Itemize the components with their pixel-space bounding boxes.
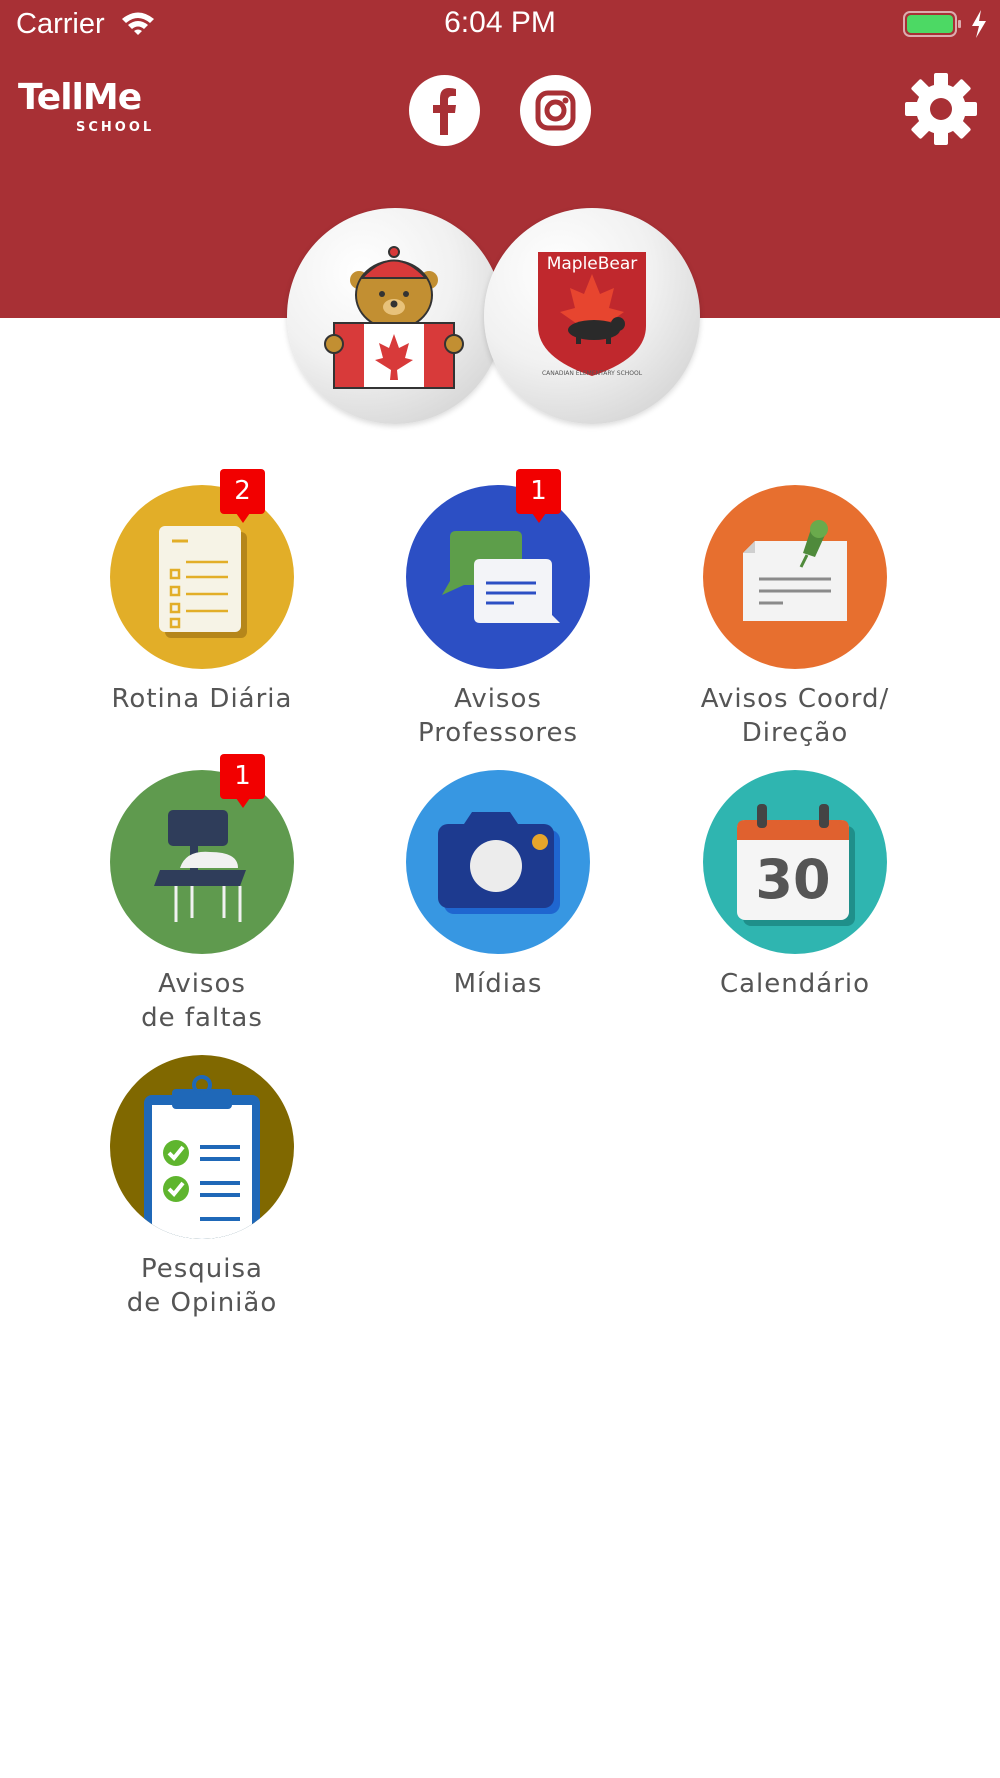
menu-item-midias[interactable]: Mídias	[350, 770, 646, 1040]
pesquisa-opiniao-tile	[110, 1055, 294, 1239]
menu-item-label: Calendário	[719, 969, 871, 999]
instagram-icon	[535, 90, 576, 131]
charging-bolt-icon	[972, 10, 986, 38]
bear-mascot-icon	[324, 246, 464, 389]
status-bar: Carrier 6:04 PM	[0, 0, 1000, 50]
menu-item-label: Mídias	[453, 969, 543, 999]
bear-mascot-logo[interactable]	[287, 208, 503, 424]
battery-icon	[903, 11, 961, 37]
checklist-document-icon	[159, 526, 247, 638]
menu-item-label: Pesquisa de Opinião	[126, 1254, 278, 1318]
calendario-tile: 30	[703, 770, 887, 954]
menu-item-label: Avisos de faltas	[141, 969, 263, 1033]
facebook-button[interactable]	[409, 75, 480, 146]
menu-item-avisos-de-faltas[interactable]: 1 Avisos de faltas	[54, 754, 350, 1040]
maplebear-subtitle: CANADIAN ELEMENTARY SCHOOL	[541, 370, 643, 377]
menu-item-label: Avisos Professores	[417, 684, 579, 748]
settings-gear-button[interactable]	[903, 71, 979, 147]
logo-wordmark: TellMe	[18, 77, 142, 118]
school-desk-icon	[154, 810, 246, 922]
midias-tile	[406, 770, 590, 954]
app-logo: TellMe SCHOOL	[18, 77, 151, 140]
menu-item-label: Avisos Coord/ Direção	[700, 684, 890, 748]
menu-item-avisos-coord-direcao[interactable]: Avisos Coord/ Direção	[647, 485, 943, 755]
menu-item-calendario[interactable]: 30 Calendário	[647, 770, 943, 1040]
menu-item-pesquisa-de-opiniao[interactable]: Pesquisa de Opinião	[54, 1055, 350, 1325]
facebook-icon	[433, 88, 456, 135]
status-time: 6:04 PM	[444, 6, 556, 39]
maplebear-title: MapleBear	[546, 254, 638, 274]
avisos-coord-tile	[703, 485, 887, 669]
notification-badge: 1	[516, 469, 561, 523]
rotina-diaria-tile	[110, 485, 294, 669]
instagram-button[interactable]	[520, 75, 591, 146]
menu-item-label: Rotina Diária	[111, 684, 293, 714]
maplebear-shield-icon	[538, 252, 646, 376]
survey-clipboard-icon	[144, 1075, 260, 1239]
chat-bubbles-icon	[442, 531, 560, 623]
notification-badge: 1	[220, 754, 265, 808]
logo-subtext: SCHOOL	[76, 120, 155, 135]
pinned-note-icon	[743, 520, 847, 621]
menu-item-rotina-diaria[interactable]: 2 Rotina Diária	[54, 469, 350, 755]
camera-icon	[438, 812, 560, 914]
avisos-professores-tile	[406, 485, 590, 669]
calendar-day: 30	[755, 848, 831, 911]
maplebear-logo[interactable]: MapleBear CANADIAN ELEMENTARY SCHOOL	[484, 208, 700, 424]
notification-badge: 2	[220, 469, 265, 523]
menu-item-avisos-professores[interactable]: 1 Avisos Professores	[350, 469, 646, 755]
avisos-faltas-tile	[110, 770, 294, 954]
